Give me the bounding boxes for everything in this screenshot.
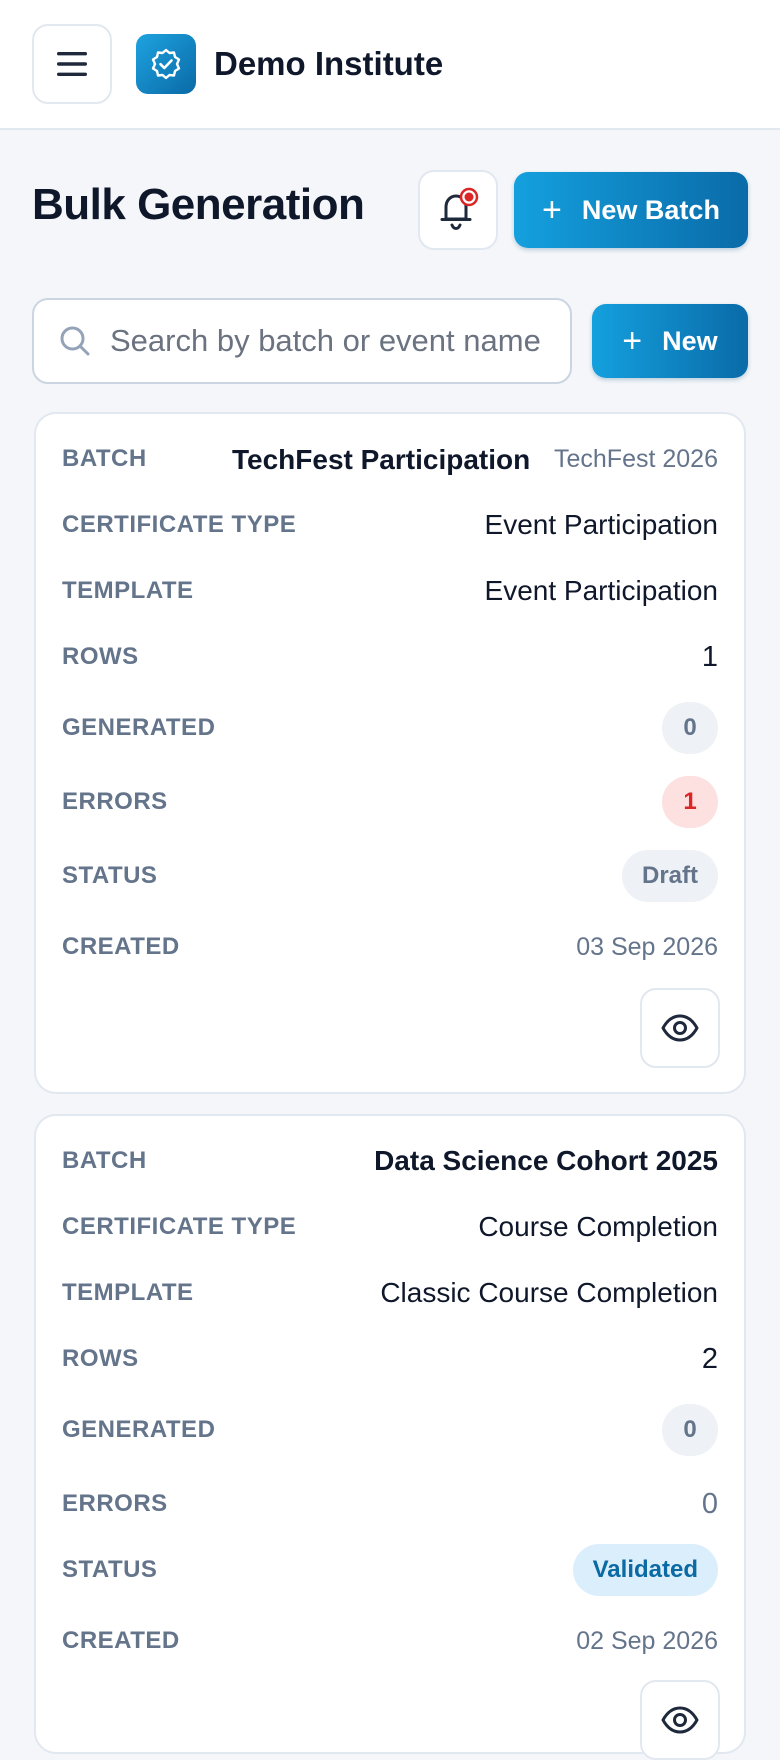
errors-value: 0 xyxy=(701,1487,718,1520)
errors-row: ERRORS 1 xyxy=(62,774,718,830)
top-bar: Demo Institute xyxy=(0,0,780,130)
generated-badge: 0 xyxy=(662,1404,718,1456)
certificate-type-row: CERTIFICATE TYPE Event Participation xyxy=(62,500,718,550)
status-label: STATUS xyxy=(62,1556,158,1583)
template-value: Classic Course Completion xyxy=(380,1277,718,1308)
plus-icon: + xyxy=(622,322,643,360)
view-batch-button[interactable] xyxy=(640,1680,720,1760)
batch-card: BATCH TechFest Participation TechFest 20… xyxy=(34,412,746,1094)
generated-row: GENERATED 0 xyxy=(62,700,718,756)
batch-name: Data Science Cohort 2025 xyxy=(374,1145,718,1176)
batch-name: TechFest Participation xyxy=(232,444,531,475)
created-row: CREATED 02 Sep 2026 xyxy=(62,1616,718,1666)
template-row: TEMPLATE Event Participation xyxy=(62,566,718,616)
rows-label: ROWS xyxy=(62,643,139,670)
created-label: CREATED xyxy=(62,933,180,960)
menu-button[interactable] xyxy=(32,24,112,104)
hamburger-menu-icon xyxy=(57,52,87,76)
new-batch-button-label: New Batch xyxy=(581,194,720,225)
created-value: 03 Sep 2026 xyxy=(576,932,718,961)
plus-icon: + xyxy=(542,191,562,229)
rows-label: ROWS xyxy=(62,1345,139,1372)
template-label: TEMPLATE xyxy=(62,577,194,604)
batch-label: BATCH xyxy=(62,1147,147,1174)
template-label: TEMPLATE xyxy=(62,1279,194,1306)
generated-label: GENERATED xyxy=(62,714,216,741)
status-badge: Draft xyxy=(621,850,718,902)
generated-row: GENERATED 0 xyxy=(62,1402,718,1458)
certificate-type-value: Course Completion xyxy=(478,1211,718,1242)
new-button-label: New xyxy=(662,325,718,356)
certificate-type-label: CERTIFICATE TYPE xyxy=(62,1213,297,1240)
brand-name: Demo Institute xyxy=(214,45,444,82)
errors-row: ERRORS 0 xyxy=(62,1476,718,1532)
batch-row: BATCH Data Science Cohort 2025 xyxy=(62,1136,718,1186)
verified-badge-icon xyxy=(151,48,181,80)
created-row: CREATED 03 Sep 2026 xyxy=(62,922,718,972)
event-name: TechFest 2026 xyxy=(554,444,718,473)
new-button[interactable]: + New xyxy=(592,304,748,378)
batch-row: BATCH TechFest Participation TechFest 20… xyxy=(62,434,718,484)
search-icon xyxy=(60,326,90,356)
view-batch-button[interactable] xyxy=(640,988,720,1068)
page-header: Bulk Generation + New Batch xyxy=(32,170,748,250)
template-value: Event Participation xyxy=(484,575,718,606)
notification-bell-icon xyxy=(440,187,479,231)
rows-value: 1 xyxy=(701,640,718,673)
brand-logo[interactable] xyxy=(136,34,196,94)
new-batch-button[interactable]: + New Batch xyxy=(514,172,748,248)
created-value: 02 Sep 2026 xyxy=(576,1626,718,1655)
certificate-type-row: CERTIFICATE TYPE Course Completion xyxy=(62,1202,718,1252)
notifications-button[interactable] xyxy=(418,170,498,250)
errors-badge: 1 xyxy=(662,776,718,828)
page-title: Bulk Generation xyxy=(32,180,365,229)
errors-label: ERRORS xyxy=(62,1490,168,1517)
rows-value: 2 xyxy=(701,1342,718,1375)
template-row: TEMPLATE Classic Course Completion xyxy=(62,1268,718,1318)
search-box[interactable] xyxy=(32,298,572,384)
eye-icon xyxy=(661,1706,699,1734)
generated-badge: 0 xyxy=(662,702,718,754)
search-row: + New xyxy=(32,298,748,384)
search-input[interactable] xyxy=(110,323,550,359)
status-row: STATUS Validated xyxy=(62,1542,718,1598)
batch-card: BATCH Data Science Cohort 2025 CERTIFICA… xyxy=(34,1114,746,1760)
eye-icon xyxy=(661,1014,699,1042)
status-badge: Validated xyxy=(572,1544,718,1596)
rows-row: ROWS 1 xyxy=(62,632,718,682)
status-row: STATUS Draft xyxy=(62,848,718,904)
generated-label: GENERATED xyxy=(62,1416,216,1443)
created-label: CREATED xyxy=(62,1627,180,1654)
certificate-type-label: CERTIFICATE TYPE xyxy=(62,511,297,538)
status-label: STATUS xyxy=(62,862,158,889)
rows-row: ROWS 2 xyxy=(62,1334,718,1384)
errors-label: ERRORS xyxy=(62,788,168,815)
batch-label: BATCH xyxy=(62,445,147,472)
certificate-type-value: Event Participation xyxy=(484,509,718,540)
